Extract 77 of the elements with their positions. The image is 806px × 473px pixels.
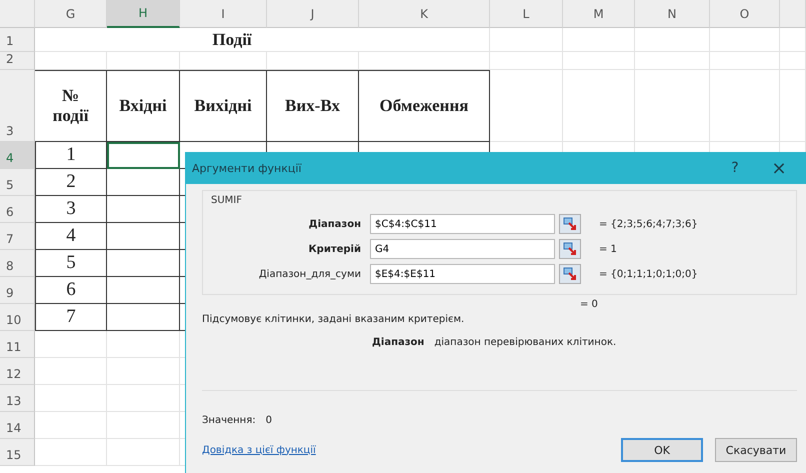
table-cell xyxy=(710,28,780,52)
argument-result: = {2;3;5;6;4;7;3;6} xyxy=(599,218,698,230)
row-header[interactable]: 1 xyxy=(0,28,35,52)
input-field[interactable]: $E$4:$E$11 xyxy=(370,264,555,284)
arrow-icon xyxy=(563,217,577,231)
table-cell: 5 xyxy=(35,250,107,277)
row-header[interactable]: 3 xyxy=(0,70,35,142)
table-cell xyxy=(35,439,107,466)
arrow-icon xyxy=(563,267,577,281)
table-cell xyxy=(35,385,107,412)
column-header[interactable]: L xyxy=(490,0,563,28)
table-cell: 6 xyxy=(35,277,107,304)
row-header[interactable]: 6 xyxy=(0,196,35,223)
dialog-title: Аргументи функції xyxy=(192,162,302,174)
table-cell: 3 xyxy=(35,196,107,223)
argument-result: = {0;1;1;1;0;1;0;0} xyxy=(599,268,698,280)
row-header[interactable]: 2 xyxy=(0,52,35,70)
row-header[interactable]: 7 xyxy=(0,223,35,250)
table-cell xyxy=(35,412,107,439)
table-cell xyxy=(35,331,107,358)
column-header[interactable]: K xyxy=(359,0,490,28)
row-header[interactable]: 12 xyxy=(0,358,35,385)
table-header: Вих-Вх xyxy=(267,70,359,142)
argument-result: = 1 xyxy=(599,244,617,254)
table-header: Вихідні xyxy=(180,70,267,142)
table-cell xyxy=(710,52,780,70)
column-header[interactable]: I xyxy=(180,0,267,28)
collapse-button[interactable] xyxy=(559,214,581,234)
value-text: 0 xyxy=(266,415,272,426)
table-cell xyxy=(780,52,806,70)
row-header[interactable]: 14 xyxy=(0,412,35,439)
column-header[interactable]: J xyxy=(267,0,359,28)
argument-label: Діапазон xyxy=(308,218,362,230)
table-header: Вхідні xyxy=(107,70,180,142)
table-header: № події xyxy=(35,70,107,142)
row-header[interactable]: 15 xyxy=(0,439,35,466)
input-field[interactable]: $C$4:$C$11 xyxy=(370,214,555,234)
column-header[interactable]: H xyxy=(107,0,180,28)
close-button[interactable]: × xyxy=(757,158,801,178)
table-cell xyxy=(780,28,806,52)
column-header[interactable]: N xyxy=(635,0,710,28)
table-cell xyxy=(35,358,107,385)
formula-result: = 0 xyxy=(580,299,599,310)
argument-label: Критерій xyxy=(307,244,362,254)
column-header[interactable]: G xyxy=(35,0,107,28)
argument-label: Діапазон_для_суми xyxy=(258,268,362,280)
ok-button[interactable]: OK xyxy=(621,438,703,462)
row-header[interactable]: 13 xyxy=(0,385,35,412)
cancel-button[interactable]: Скасувати xyxy=(715,438,797,462)
table-cell: 7 xyxy=(35,304,107,331)
collapse-button[interactable] xyxy=(559,264,581,284)
row-header[interactable]: 9 xyxy=(0,277,35,304)
row-header[interactable]: 8 xyxy=(0,250,35,277)
argument-name: Діапазон xyxy=(372,337,424,348)
table-cell: 2 xyxy=(35,169,107,196)
collapse-button[interactable] xyxy=(559,239,581,259)
table-cell xyxy=(563,52,635,70)
sheet-title: Події xyxy=(35,28,490,52)
row-header[interactable]: 4 xyxy=(0,142,35,169)
table-cell: 4 xyxy=(35,223,107,250)
argument-description: діапазон перевірюваних клітинок. xyxy=(434,337,616,348)
table-cell xyxy=(35,52,107,70)
arrow-icon xyxy=(563,242,577,256)
table-cell xyxy=(563,28,635,52)
function-name: SUMIF xyxy=(211,195,243,206)
column-header[interactable]: M xyxy=(563,0,635,28)
row-header[interactable]: 11 xyxy=(0,331,35,358)
table-cell: 1 xyxy=(35,142,107,169)
column-header[interactable]: O xyxy=(710,0,780,28)
table-header: Обмеження xyxy=(359,70,490,142)
value-label: Значення: xyxy=(202,415,256,426)
row-header[interactable]: 10 xyxy=(0,304,35,331)
row-header[interactable]: 5 xyxy=(0,169,35,196)
help-link[interactable]: Довідка з цієї функції xyxy=(202,444,316,456)
help-button[interactable]: ? xyxy=(713,160,757,176)
input-field[interactable]: G4 xyxy=(370,239,555,259)
function-description: Підсумовує клітинки, задані вказаним критерієм. xyxy=(202,314,466,325)
